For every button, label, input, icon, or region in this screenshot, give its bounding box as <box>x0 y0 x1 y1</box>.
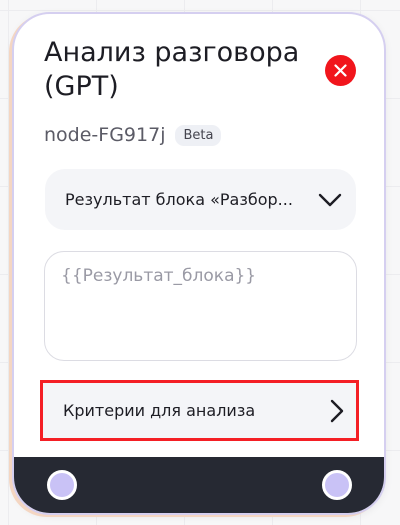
chevron-down-icon <box>318 193 342 206</box>
node-id: node-FG917j <box>44 124 166 146</box>
close-x-icon <box>334 64 347 77</box>
node-title: Анализ разговора (GPT) <box>44 37 300 102</box>
node-footer <box>14 457 384 513</box>
output-port[interactable] <box>322 470 352 500</box>
node-meta: node-FG917j Beta <box>44 124 222 146</box>
analysis-criteria-label: Критерии для анализа <box>63 401 256 420</box>
beta-badge: Beta <box>175 124 222 146</box>
analysis-criteria-button[interactable]: Критерии для анализа <box>40 380 359 441</box>
block-result-input[interactable] <box>44 251 357 361</box>
node-card[interactable]: Анализ разговора (GPT) node-FG917j Beta … <box>12 12 386 515</box>
close-button[interactable] <box>325 55 356 86</box>
input-port[interactable] <box>47 470 77 500</box>
block-result-select[interactable]: Результат блока «Разбор... <box>45 169 356 230</box>
block-result-select-value: Результат блока «Разбор... <box>65 190 293 209</box>
chevron-right-icon <box>330 399 344 422</box>
